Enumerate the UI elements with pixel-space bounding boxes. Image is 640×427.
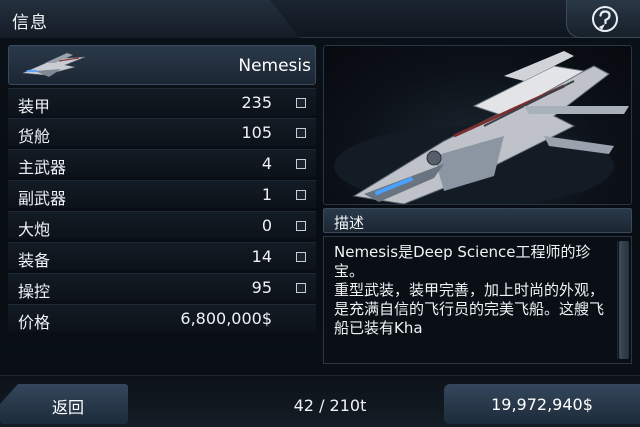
stat-label: 货舱: [18, 127, 51, 146]
header-bar: 信息: [0, 0, 640, 38]
ship-render: [334, 51, 629, 204]
checkbox-icon[interactable]: [296, 98, 306, 108]
stat-row-cargo: 货舱 105: [8, 118, 316, 146]
help-button[interactable]: [566, 0, 640, 38]
checkbox-icon[interactable]: [296, 159, 306, 169]
back-label: 返回: [52, 398, 85, 417]
credits-button[interactable]: 19,972,940$: [444, 384, 640, 424]
credits-label: 19,972,940$: [491, 395, 593, 414]
page-title: 信息: [12, 13, 48, 33]
stat-value: 1: [261, 185, 272, 204]
stat-label: 副武器: [18, 189, 67, 208]
stat-row-cannons: 大炮 0: [8, 211, 316, 239]
description-header: 描述: [323, 208, 632, 233]
checkbox-icon[interactable]: [296, 128, 306, 138]
stat-label: 大炮: [18, 220, 51, 239]
description-scrollbar[interactable]: [617, 241, 629, 359]
description-title: 描述: [334, 214, 365, 232]
description-text: Nemesis是Deep Science工程师的珍宝。 重型武装，装甲完善，加上…: [334, 243, 605, 337]
stat-row-handling: 操控 95: [8, 273, 316, 301]
cargo-capacity: 42 / 210t: [293, 396, 367, 415]
ship-title-bar: Nemesis: [8, 45, 316, 85]
stat-label: 操控: [18, 282, 51, 301]
stat-value: 95: [251, 278, 272, 297]
checkbox-icon[interactable]: [296, 283, 306, 293]
footer-bar: 返回 42 / 210t 19,972,940$: [0, 375, 640, 427]
price-value: 6,800,000$: [180, 309, 272, 328]
stat-value: 4: [261, 154, 272, 173]
stat-value: 0: [261, 216, 272, 235]
stat-row-armor: 装甲 235: [8, 88, 316, 116]
ship-info-screen: 信息 Nemesis 装甲 235 货舱 105 主武器 4 副武器 1 大炮 …: [0, 0, 640, 427]
stat-value: 105: [241, 123, 272, 142]
stat-label: 装甲: [18, 97, 51, 116]
question-mark-icon: [592, 6, 618, 32]
stat-value: 14: [251, 247, 272, 266]
stat-label: 主武器: [18, 158, 67, 177]
ship-name: Nemesis: [238, 56, 311, 76]
description-panel[interactable]: Nemesis是Deep Science工程师的珍宝。 重型武装，装甲完善，加上…: [323, 236, 632, 364]
stat-label: 装备: [18, 251, 51, 270]
stat-row-primary-weapons: 主武器 4: [8, 149, 316, 177]
stat-value: 235: [241, 93, 272, 112]
checkbox-icon[interactable]: [296, 221, 306, 231]
ship-thumbnail: [22, 53, 86, 77]
checkbox-icon[interactable]: [296, 252, 306, 262]
price-label: 价格: [18, 313, 51, 332]
back-button[interactable]: 返回: [0, 384, 128, 424]
scrollbar-thumb[interactable]: [619, 241, 629, 359]
checkbox-icon[interactable]: [296, 190, 306, 200]
ship-preview: [323, 45, 632, 205]
stat-row-price: 价格 6,800,000$: [8, 304, 316, 332]
stat-row-secondary-weapons: 副武器 1: [8, 180, 316, 208]
stat-row-equipment: 装备 14: [8, 242, 316, 270]
